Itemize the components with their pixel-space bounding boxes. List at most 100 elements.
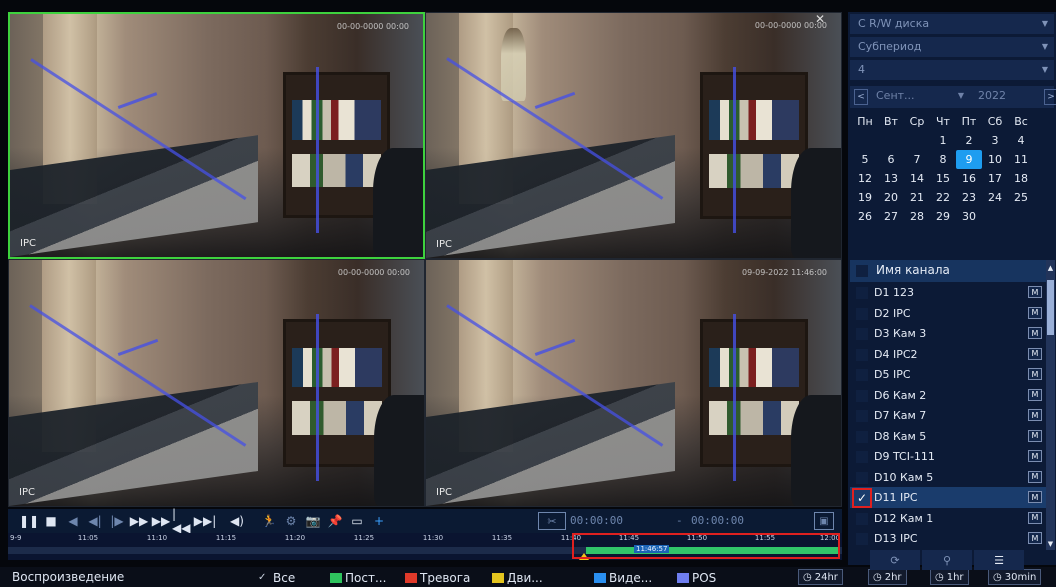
period-30min-button[interactable]: ◷ 30min xyxy=(988,569,1042,585)
snapshot-icon[interactable]: 📷 xyxy=(302,512,324,530)
channel-checkbox[interactable] xyxy=(856,430,868,443)
filter-all[interactable]: ✓ Все xyxy=(258,571,295,585)
channel-row[interactable]: D13 IPC M xyxy=(850,528,1046,549)
main-stream-badge[interactable]: M xyxy=(1028,429,1042,442)
next-record-icon[interactable]: ▶▶| xyxy=(194,512,217,530)
clip-icon[interactable]: ✂ xyxy=(538,512,566,530)
period-1hr-button[interactable]: ◷ 1hr xyxy=(930,569,969,585)
filter-video-analytics[interactable]: Виде... xyxy=(594,571,652,585)
main-stream-badge[interactable]: M xyxy=(1028,450,1042,462)
channel-row[interactable]: D4 IPC2 M xyxy=(850,344,1046,365)
channel-checkbox[interactable] xyxy=(856,471,868,484)
calendar-day[interactable]: 3 xyxy=(982,131,1008,150)
calendar-day[interactable]: 5 xyxy=(852,150,878,169)
next-month-button[interactable]: > xyxy=(1044,89,1056,105)
prev-record-icon[interactable]: |◀◀ xyxy=(172,507,194,535)
scroll-down-icon[interactable]: ▼ xyxy=(1046,540,1055,550)
channel-row[interactable]: D10 Кам 5 M xyxy=(850,467,1046,488)
calendar-day[interactable]: 8 xyxy=(930,150,956,169)
calendar-day[interactable]: 4 xyxy=(1008,131,1034,150)
calendar-day[interactable]: 12 xyxy=(852,169,878,188)
channel-row[interactable]: D8 Кам 5 M xyxy=(850,426,1046,447)
channel-row[interactable]: D6 Кам 2 M xyxy=(850,385,1046,406)
fast-play-icon[interactable]: ▶▶ xyxy=(150,512,172,530)
add-tag-icon[interactable]: + xyxy=(368,512,390,530)
channel-checkbox[interactable] xyxy=(856,369,868,381)
calendar-day[interactable]: 25 xyxy=(1008,188,1034,207)
calendar-day[interactable]: 9 xyxy=(956,150,982,169)
calendar-day[interactable]: 6 xyxy=(878,150,904,169)
scroll-thumb[interactable] xyxy=(1047,280,1054,335)
list-icon[interactable]: ☰ xyxy=(974,550,1024,570)
calendar-day[interactable]: 7 xyxy=(904,150,930,169)
calendar-day[interactable]: 11 xyxy=(1008,150,1034,169)
smart-search-icon[interactable]: 🏃 xyxy=(258,512,280,530)
channel-checkbox[interactable] xyxy=(856,410,868,422)
main-stream-badge[interactable]: M xyxy=(1028,388,1042,401)
channel-checkbox[interactable] xyxy=(856,287,868,299)
prev-month-button[interactable]: < xyxy=(854,89,868,105)
video-tile-2[interactable]: 00-00-0000 00:00 IPC xyxy=(425,12,842,259)
checkmark-icon[interactable]: ✓ xyxy=(852,488,872,508)
channel-row[interactable]: D3 Кам 3 M xyxy=(850,323,1046,344)
period-24hr-button[interactable]: ◷ 24hr xyxy=(798,569,843,585)
slow-play-icon[interactable]: ▶▶ xyxy=(128,512,150,530)
calendar-day[interactable]: 21 xyxy=(904,188,930,207)
calendar-day[interactable]: 28 xyxy=(904,207,930,226)
main-stream-badge[interactable]: M xyxy=(1028,409,1042,421)
filter-alarm[interactable]: Тревога xyxy=(405,571,470,585)
calendar-day[interactable]: 2 xyxy=(956,131,982,150)
select-all-checkbox[interactable] xyxy=(856,265,868,277)
calendar-day[interactable]: 18 xyxy=(1008,169,1034,188)
main-stream-badge[interactable]: M xyxy=(1028,511,1042,524)
scroll-up-icon[interactable]: ▲ xyxy=(1046,264,1055,274)
channel-row[interactable]: D1 123 M xyxy=(850,282,1046,303)
main-stream-badge[interactable]: M xyxy=(1028,368,1042,380)
calendar-day[interactable]: 27 xyxy=(878,207,904,226)
calendar-day[interactable]: 16 xyxy=(956,169,982,188)
channel-checkbox[interactable] xyxy=(856,389,868,402)
channel-row[interactable]: ✓ D11 IPC M xyxy=(850,487,1046,508)
channel-row[interactable]: D7 Кам 7 M xyxy=(850,405,1046,426)
calendar-day[interactable]: 14 xyxy=(904,169,930,188)
main-stream-badge[interactable]: M xyxy=(1028,532,1042,544)
channel-row[interactable]: D5 IPC M xyxy=(850,364,1046,385)
reverse-play-icon[interactable]: ◀ xyxy=(62,512,84,530)
channel-checkbox[interactable] xyxy=(856,533,868,545)
channel-checkbox[interactable] xyxy=(856,307,868,320)
video-tile-1[interactable]: 00-00-0000 00:00 IPC xyxy=(8,12,425,259)
calendar-day[interactable]: 24 xyxy=(982,188,1008,207)
filter-motion[interactable]: Дви... xyxy=(492,571,543,585)
year-select[interactable]: 2022 xyxy=(978,89,1034,105)
channel-row[interactable]: D9 TCI-111 M xyxy=(850,446,1046,467)
channel-checkbox[interactable] xyxy=(856,512,868,525)
channel-list-header[interactable]: Имя канала xyxy=(850,260,1046,282)
main-stream-badge[interactable]: M xyxy=(1028,347,1042,360)
calendar-day[interactable]: 20 xyxy=(878,188,904,207)
channel-checkbox[interactable] xyxy=(856,348,868,361)
main-stream-badge[interactable]: M xyxy=(1028,327,1042,339)
channel-checkbox[interactable] xyxy=(856,451,868,463)
scene-icon[interactable]: ⚙ xyxy=(280,512,302,530)
pause-icon[interactable]: ❚❚ xyxy=(18,512,40,530)
main-stream-badge[interactable]: M xyxy=(1028,470,1042,483)
refresh-icon[interactable]: ⟳ xyxy=(870,550,920,570)
calendar-day[interactable]: 17 xyxy=(982,169,1008,188)
volume-icon[interactable]: ◀) xyxy=(226,512,248,530)
calendar-day[interactable]: 29 xyxy=(930,207,956,226)
channel-row[interactable]: D2 IPC M xyxy=(850,303,1046,324)
month-select[interactable]: Сент... ▼ xyxy=(876,89,968,105)
pin-icon[interactable]: 📌 xyxy=(324,512,346,530)
checkbox-icon[interactable]: ✓ xyxy=(258,573,270,583)
calendar-day[interactable]: 26 xyxy=(852,207,878,226)
tag-icon[interactable]: ▭ xyxy=(346,512,368,530)
filter-pos[interactable]: POS xyxy=(677,571,716,585)
save-clip-icon[interactable]: ▣ xyxy=(814,512,834,530)
fullscreen-icon[interactable]: ✕ xyxy=(815,12,825,26)
channel-scrollbar[interactable]: ▲ ▼ xyxy=(1046,260,1055,550)
search-type-select[interactable]: Субпериод ▼ xyxy=(850,37,1054,57)
channel-checkbox[interactable] xyxy=(856,328,868,340)
split-select[interactable]: 4 ▼ xyxy=(850,60,1054,80)
main-stream-badge[interactable]: M xyxy=(1028,286,1042,298)
stop-icon[interactable]: ■ xyxy=(40,512,62,530)
